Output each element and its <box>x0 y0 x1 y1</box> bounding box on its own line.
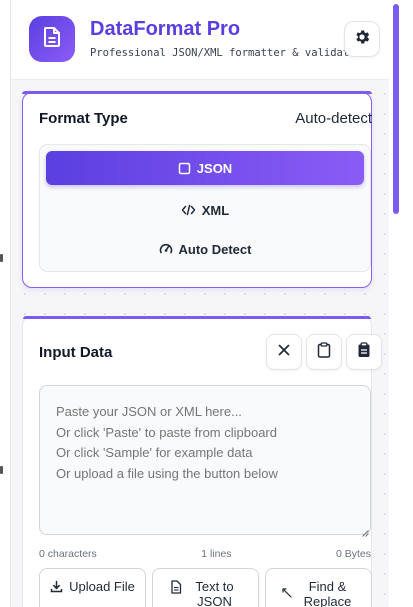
format-option-label: JSON <box>196 160 233 176</box>
background-text-fragment <box>0 254 3 262</box>
format-option-label: Auto Detect <box>178 241 252 257</box>
find-replace-label: Find & Replace <box>303 579 352 607</box>
panel-scrollbar[interactable] <box>389 0 401 607</box>
gear-icon <box>353 28 371 51</box>
format-status: Auto-detect <box>295 110 372 127</box>
format-options: JSON XML Auto Detect <box>39 144 371 272</box>
format-option-json[interactable]: JSON <box>46 151 364 185</box>
text-to-json-label: Text to JSON <box>195 579 234 607</box>
scrollbar-thumb[interactable] <box>393 4 399 214</box>
clear-button[interactable] <box>266 334 302 370</box>
document-icon <box>42 26 62 53</box>
clipboard-list-icon <box>357 341 371 363</box>
settings-button[interactable] <box>344 21 380 57</box>
format-type-title: Format Type <box>39 110 128 127</box>
input-textarea[interactable] <box>39 385 371 535</box>
input-data-card: Input Data 0 characters 1 lines 0 Bytes <box>22 316 382 607</box>
square-icon <box>178 162 191 175</box>
format-option-xml[interactable]: XML <box>46 193 364 227</box>
background-text-fragment <box>0 466 3 474</box>
format-option-label: XML <box>201 202 230 218</box>
upload-file-button[interactable]: Upload File <box>39 568 146 607</box>
upload-icon <box>50 580 63 596</box>
paste-button[interactable] <box>306 334 342 370</box>
resize-grip-icon[interactable] <box>361 524 369 537</box>
clipboard-icon <box>317 341 331 363</box>
format-option-auto-detect[interactable]: Auto Detect <box>46 232 364 266</box>
format-type-card: Format Type Auto-detect JSON XML Auto De… <box>22 91 372 288</box>
input-stats: 0 characters 1 lines 0 Bytes <box>39 548 371 560</box>
app-logo <box>29 16 75 62</box>
input-data-title: Input Data <box>39 344 113 361</box>
line-count: 1 lines <box>201 548 232 560</box>
text-to-json-button[interactable]: Text to JSON <box>152 568 259 607</box>
character-count: 0 characters <box>39 548 97 560</box>
format-status-label: Auto-detect <box>295 110 372 127</box>
background-page-edge <box>0 0 10 607</box>
file-text-icon <box>170 580 182 597</box>
byte-count: 0 Bytes <box>335 548 371 560</box>
app-title: DataFormat Pro <box>90 18 241 40</box>
app-header: DataFormat Pro Professional JSON/XML for… <box>11 0 401 80</box>
upload-file-label: Upload File <box>69 579 135 594</box>
close-icon <box>278 343 290 361</box>
app-subtitle: Professional JSON/XML formatter & valida… <box>90 47 362 59</box>
sample-button[interactable] <box>346 334 382 370</box>
extension-panel: DataFormat Pro Professional JSON/XML for… <box>10 0 401 607</box>
gauge-icon <box>159 242 173 256</box>
swap-icon <box>281 587 293 602</box>
code-icon <box>181 204 196 216</box>
find-replace-button[interactable]: Find & Replace <box>265 568 372 607</box>
